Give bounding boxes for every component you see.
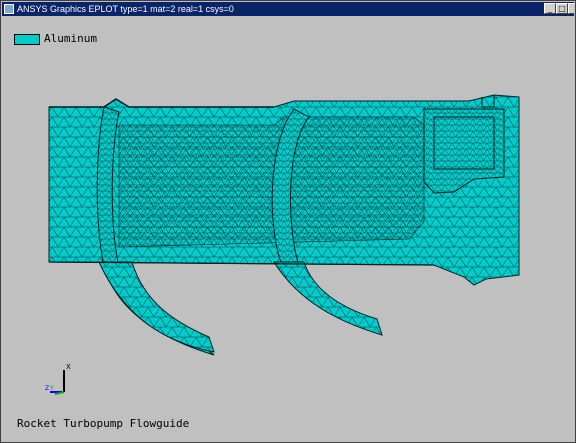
graphics-viewport[interactable]: Aluminum X Z Y Rocket Turbopump Flowguid… — [4, 17, 574, 441]
title-bar[interactable]: ANSYS Graphics EPLOT type=1 mat=2 real=1… — [2, 2, 574, 16]
axis-triad: X Z Y — [45, 363, 71, 395]
legend-swatch — [14, 34, 40, 45]
fin-left-mesh — [99, 262, 214, 352]
legend-label: Aluminum — [44, 32, 97, 45]
ansys-graphics-window: ANSYS Graphics EPLOT type=1 mat=2 real=1… — [0, 0, 576, 443]
minimize-button[interactable]: _ — [544, 3, 556, 14]
triad-z-label: Z — [45, 385, 49, 392]
body-top-edge — [49, 98, 274, 108]
triad-y-label: Y — [49, 385, 54, 392]
triad-x-label: X — [66, 363, 71, 371]
flowguide-mesh-plot — [48, 94, 520, 356]
window-title: ANSYS Graphics EPLOT type=1 mat=2 real=1… — [17, 4, 234, 14]
ansys-app-icon[interactable] — [4, 4, 14, 14]
maximize-button[interactable]: □ — [556, 3, 568, 14]
cylinder-inner-mesh — [118, 116, 425, 248]
plot-caption: Rocket Turbopump Flowguide — [17, 417, 190, 430]
close-button[interactable] — [568, 3, 574, 14]
fin-right-mesh — [274, 262, 382, 335]
